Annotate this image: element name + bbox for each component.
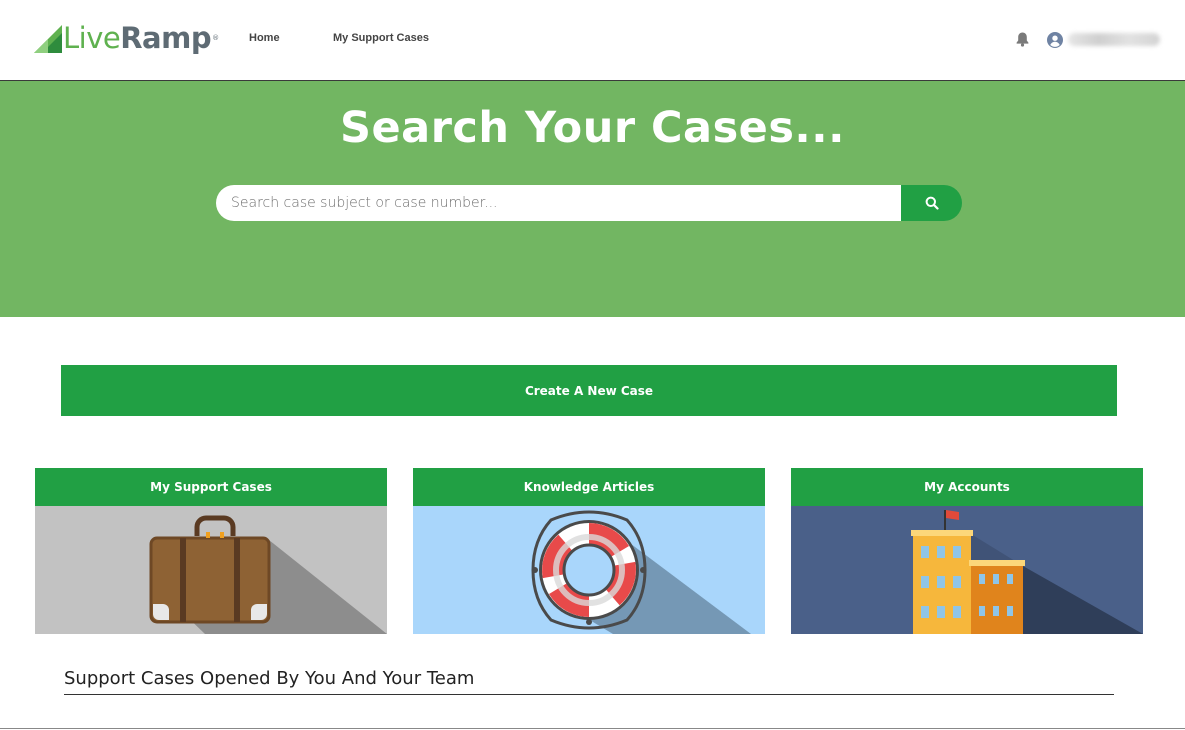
card-title: My Support Cases	[35, 468, 387, 506]
liveramp-logo-icon	[34, 25, 62, 53]
lifebuoy-icon	[531, 510, 751, 634]
case-search-input[interactable]	[216, 185, 902, 221]
case-search-bar	[216, 185, 962, 221]
card-my-accounts[interactable]: My Accounts	[791, 468, 1143, 634]
nav-my-support-cases[interactable]: My Support Cases	[333, 32, 429, 44]
site-header: LiveRamp® Home My Support Cases	[0, 0, 1185, 81]
building-icon	[911, 510, 1143, 634]
card-title: My Accounts	[791, 468, 1143, 506]
nav-home[interactable]: Home	[249, 32, 280, 44]
logo-trademark: ®	[212, 34, 219, 42]
user-avatar-icon[interactable]	[1047, 32, 1063, 53]
liveramp-logo[interactable]: LiveRamp®	[32, 22, 219, 54]
search-hero: Search Your Cases...	[0, 81, 1185, 317]
hero-title: Search Your Cases...	[340, 103, 845, 153]
card-my-support-cases[interactable]: My Support Cases	[35, 468, 387, 634]
logo-live-text: Live	[63, 21, 121, 55]
logo-ramp-text: Ramp	[120, 21, 212, 55]
search-icon	[925, 196, 939, 210]
section-divider	[64, 694, 1114, 695]
card-title: Knowledge Articles	[413, 468, 765, 506]
user-name-blurred[interactable]	[1068, 33, 1160, 46]
card-knowledge-articles[interactable]: Knowledge Articles	[413, 468, 765, 634]
bell-icon[interactable]	[1015, 31, 1030, 52]
search-button[interactable]	[901, 185, 962, 221]
create-new-case-button[interactable]: Create A New Case	[61, 365, 1117, 416]
section-title: Support Cases Opened By You And Your Tea…	[64, 668, 475, 689]
suitcase-icon	[149, 515, 387, 634]
bottom-divider	[0, 728, 1185, 729]
